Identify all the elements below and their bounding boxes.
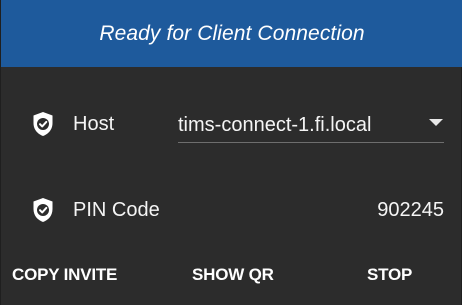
- copy-invite-button[interactable]: COPY INVITE: [12, 257, 117, 293]
- pin-label: PIN Code: [73, 198, 160, 221]
- action-bar: COPY INVITE SHOW QR STOP: [1, 257, 462, 293]
- show-qr-button[interactable]: SHOW QR: [192, 257, 274, 293]
- host-select[interactable]: tims-connect-1.fi.local: [178, 108, 444, 143]
- host-selected-value: tims-connect-1.fi.local: [178, 113, 372, 136]
- stop-button[interactable]: STOP: [367, 257, 412, 293]
- pin-code-value: 902245: [377, 198, 444, 221]
- chevron-down-icon[interactable]: [429, 119, 443, 126]
- shield-check-icon: [32, 197, 54, 223]
- connection-panel: Ready for Client Connection Host tims-co…: [0, 0, 462, 305]
- pin-row: PIN Code 902245: [1, 186, 462, 234]
- host-row: Host tims-connect-1.fi.local: [1, 100, 462, 148]
- status-text: Ready for Client Connection: [99, 21, 365, 45]
- shield-check-icon: [32, 111, 54, 137]
- status-banner: Ready for Client Connection: [1, 0, 462, 67]
- host-label: Host: [73, 112, 115, 135]
